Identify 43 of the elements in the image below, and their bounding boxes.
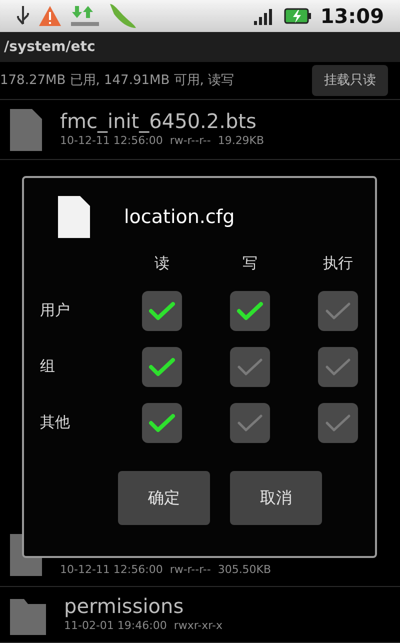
permission-checkbox[interactable] — [230, 290, 270, 330]
check-icon — [149, 300, 175, 320]
check-icon — [237, 300, 263, 320]
check-icon — [149, 356, 175, 376]
check-icon — [237, 356, 263, 376]
check-icon — [325, 300, 351, 320]
storage-info: 178.27MB 已用, 147.91MB 可用, 读写 — [0, 72, 234, 90]
permission-checkbox[interactable] — [142, 402, 182, 442]
permission-checkbox[interactable] — [230, 346, 270, 386]
file-details: 10-12-11 12:56:00 rw-r--r-- 19.29KB — [60, 133, 264, 150]
file-name[interactable]: fmc_init_6450.2.bts — [60, 109, 264, 134]
warning-icon — [38, 5, 62, 27]
download-icon — [70, 4, 100, 28]
current-path: /system/etc — [4, 38, 96, 56]
clock: 13:09 — [320, 3, 384, 30]
dialog-title: location.cfg — [124, 204, 235, 230]
dialog-button[interactable]: 取消 — [230, 470, 322, 524]
check-icon — [149, 412, 175, 432]
row-label: 用户 — [40, 300, 70, 322]
permission-checkbox[interactable] — [318, 346, 358, 386]
check-icon — [237, 412, 263, 432]
row-label: 其他 — [40, 412, 70, 434]
permission-checkbox[interactable] — [318, 290, 358, 330]
column-header: 读 — [154, 253, 170, 274]
file-details: 10-12-11 12:56:00 rw-r--r-- 305.50KB — [60, 562, 272, 578]
file-icon — [8, 106, 44, 152]
column-header: 写 — [242, 253, 258, 274]
check-icon — [325, 412, 351, 432]
permission-checkbox[interactable] — [142, 346, 182, 386]
check-icon — [325, 356, 351, 376]
mount-readonly-button[interactable]: 挂载只读 — [312, 64, 388, 96]
peapod-icon — [108, 2, 138, 30]
permission-checkbox[interactable] — [318, 402, 358, 442]
permission-checkbox[interactable] — [142, 290, 182, 330]
file-name[interactable]: permissions — [64, 594, 222, 618]
dialog-button[interactable]: 确定 — [118, 470, 210, 524]
column-header: 执行 — [323, 253, 353, 274]
row-label: 组 — [40, 356, 55, 378]
file-icon — [56, 194, 92, 240]
permission-checkbox[interactable] — [230, 402, 270, 442]
file-details: 11-02-01 19:46:00 rwxr-xr-x — [64, 618, 222, 634]
usb-icon — [16, 5, 30, 27]
battery-icon — [284, 7, 312, 25]
